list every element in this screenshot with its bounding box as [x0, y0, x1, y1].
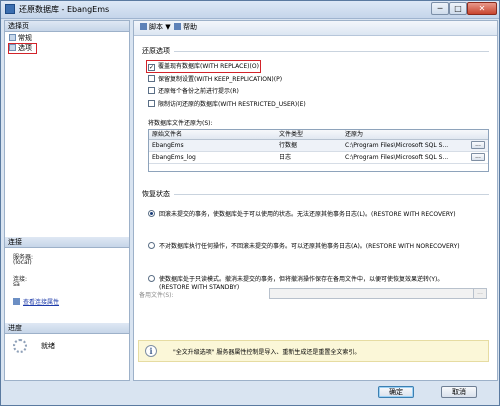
page-item-general[interactable]: 常规 — [9, 34, 32, 43]
keep-replication-checkbox[interactable]: 保留复制设置(WITH KEEP_REPLICATION)(P) — [148, 75, 282, 84]
page-icon — [9, 34, 16, 41]
window-title: 还原数据库 - EbangEms — [19, 5, 110, 14]
close-button[interactable]: ✕ — [467, 2, 497, 15]
table-row[interactable]: EbangEms 行数据 C:\Program Files\Microsoft … — [149, 140, 488, 152]
file-name-cell: EbangEms_log — [152, 154, 196, 161]
script-button[interactable]: 脚本 ▼ — [140, 23, 171, 32]
help-icon — [174, 23, 181, 30]
file-type-cell: 日志 — [279, 154, 292, 161]
standby-file-input[interactable] — [269, 288, 487, 299]
right-panel: 脚本 ▼ 帮助 还原选项 ✓ 覆盖现有数据库(WITH REPLACE)(O) 保… — [133, 20, 498, 381]
page-icon — [9, 44, 16, 51]
prompt-before-restore-checkbox[interactable]: 还原每个备份之前进行提示(R) — [148, 87, 239, 96]
toolbar: 脚本 ▼ 帮助 — [134, 21, 497, 36]
standby-browse-button[interactable]: ... — [473, 288, 487, 299]
app-icon — [5, 4, 15, 14]
restore-database-window: 还原数据库 - EbangEms ─ □ ✕ 选择页 常规 选项 连接 服务器:… — [0, 0, 500, 406]
left-panel: 选择页 常规 选项 连接 服务器: (local) 连接: sa 查看连接属性 … — [4, 20, 130, 381]
divider — [174, 194, 489, 195]
link-label: 查看连接属性 — [23, 299, 60, 306]
page-item-label: 选项 — [18, 44, 32, 52]
info-icon: i — [145, 345, 157, 357]
checkbox-label: 覆盖现有数据库(WITH REPLACE)(O) — [158, 63, 259, 70]
progress-spinner-icon — [13, 339, 27, 353]
checkbox-box — [148, 87, 155, 94]
recovery-state-heading: 恢复状态 — [142, 190, 170, 198]
radio-label: 回滚未提交的事务，使数据库处于可以使用的状态。无法还原其他事务日志(L)。(RE… — [159, 211, 456, 218]
restricted-user-checkbox[interactable]: 限制访问还原的数据库(WITH RESTRICTED_USER)(E) — [148, 100, 306, 109]
connection-header: 连接 — [5, 237, 129, 248]
table-row[interactable]: EbangEms_log 日志 C:\Program Files\Microso… — [149, 152, 488, 164]
progress-status: 就绪 — [41, 342, 55, 350]
restore-path-cell[interactable]: C:\Program Files\Microsoft SQL S... — [345, 153, 467, 162]
info-bar: i "全文升级选项" 服务器属性控制是导入、重新生成还是重置全文索引。 — [138, 340, 489, 362]
help-button[interactable]: 帮助 — [174, 23, 197, 32]
script-label: 脚本 — [149, 23, 163, 31]
norecovery-radio[interactable]: 不对数据库执行任何操作，不回滚未提交的事务。可以还原其他事务日志(A)。(RES… — [148, 242, 460, 251]
select-page-header: 选择页 — [5, 21, 129, 32]
browse-button[interactable]: ... — [471, 153, 485, 161]
recovery-radio[interactable]: 回滚未提交的事务，使数据库处于可以使用的状态。无法还原其他事务日志(L)。(RE… — [148, 210, 456, 219]
radio-dot — [148, 210, 155, 217]
table-header: 原始文件名 文件类型 还原为 — [149, 130, 488, 140]
radio-dot — [148, 275, 155, 282]
overwrite-checkbox[interactable]: ✓ 覆盖现有数据库(WITH REPLACE)(O) — [146, 60, 261, 73]
restore-path-cell[interactable]: C:\Program Files\Microsoft SQL S... — [345, 141, 467, 150]
minimize-button[interactable]: ─ — [431, 2, 449, 15]
properties-icon — [13, 298, 20, 305]
radio-dot — [148, 242, 155, 249]
file-name-cell: EbangEms — [152, 142, 184, 149]
chevron-down-icon: ▼ — [165, 23, 171, 31]
radio-label: 使数据库处于只读模式。撤消未提交的事务，但将撤消操作保存在备用文件中，以便可使恢… — [159, 276, 444, 283]
checkbox-label: 还原每个备份之前进行提示(R) — [158, 88, 239, 95]
checkbox-box: ✓ — [148, 64, 155, 71]
info-text: "全文升级选项" 服务器属性控制是导入、重新生成还是重置全文索引。 — [173, 349, 361, 356]
column-header: 还原为 — [345, 131, 364, 138]
help-label: 帮助 — [183, 23, 197, 31]
connection-value: sa — [13, 281, 20, 288]
page-item-options[interactable]: 选项 — [8, 43, 37, 54]
file-type-cell: 行数据 — [279, 142, 298, 149]
checkbox-label: 限制访问还原的数据库(WITH RESTRICTED_USER)(E) — [158, 101, 306, 108]
file-table: 原始文件名 文件类型 还原为 EbangEms 行数据 C:\Program F… — [148, 129, 489, 172]
ok-button[interactable]: 确定 — [378, 386, 414, 398]
maximize-button[interactable]: □ — [449, 2, 467, 15]
standby-file-label: 备用文件(S): — [139, 292, 174, 299]
checkbox-box — [148, 75, 155, 82]
radio-label: 不对数据库执行任何操作，不回滚未提交的事务。可以还原其他事务日志(A)。(RES… — [159, 243, 460, 250]
cancel-button[interactable]: 取消 — [441, 386, 477, 398]
files-restore-as-label: 将数据库文件还原为(S): — [148, 120, 213, 127]
browse-button[interactable]: ... — [471, 141, 485, 149]
divider — [174, 51, 489, 52]
checkbox-box — [148, 100, 155, 107]
server-value: (local) — [13, 259, 32, 266]
restore-options-heading: 还原选项 — [142, 47, 170, 55]
title-bar[interactable]: 还原数据库 - EbangEms ─ □ ✕ — [1, 1, 499, 19]
checkbox-label: 保留复制设置(WITH KEEP_REPLICATION)(P) — [158, 76, 283, 83]
column-header: 文件类型 — [279, 131, 304, 138]
column-header: 原始文件名 — [152, 131, 183, 138]
progress-header: 进度 — [5, 323, 129, 334]
page-item-label: 常规 — [18, 34, 32, 42]
view-connection-properties-link[interactable]: 查看连接属性 — [13, 297, 59, 306]
script-icon — [140, 23, 147, 30]
